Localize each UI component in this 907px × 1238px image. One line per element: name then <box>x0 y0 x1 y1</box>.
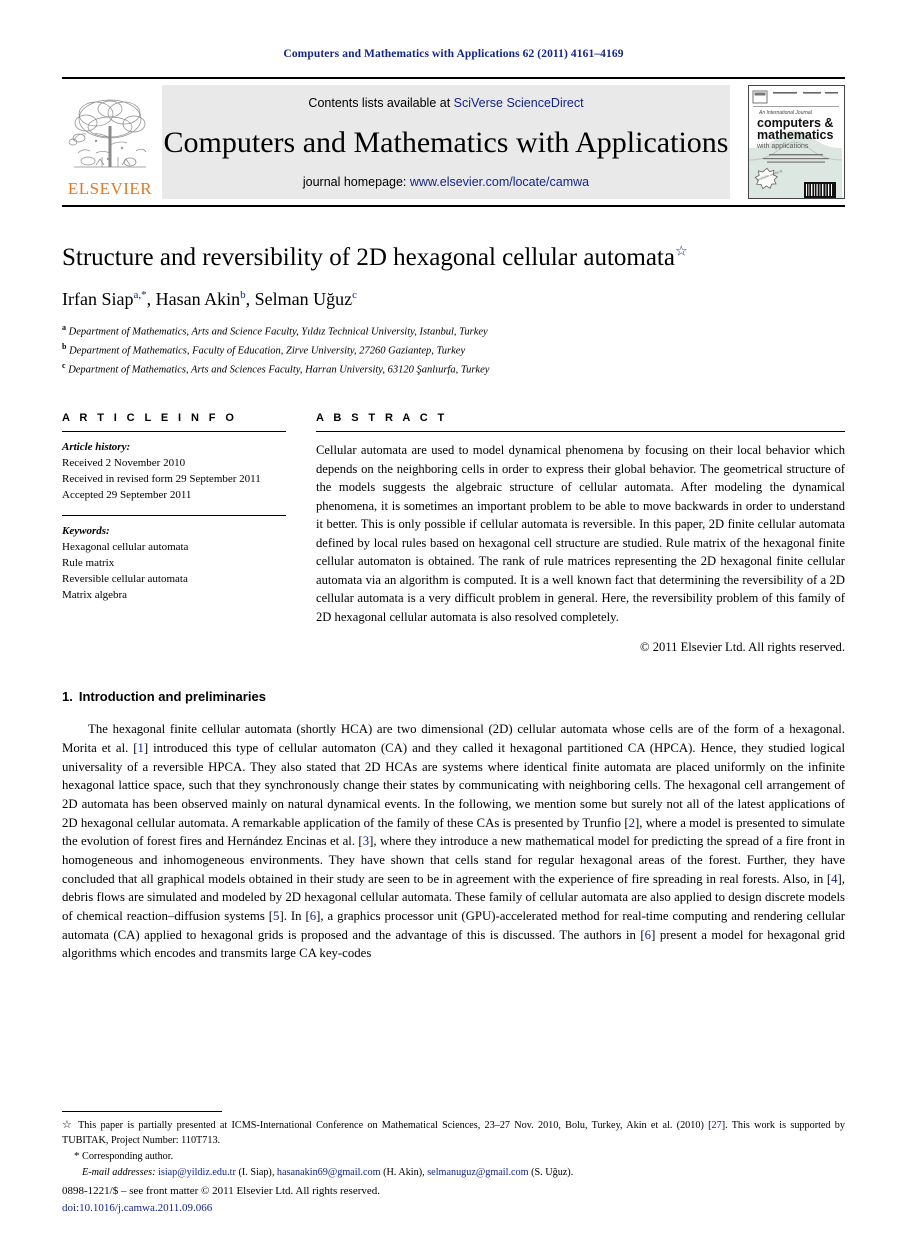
author-entry: Irfan Siapa,* <box>62 289 147 309</box>
svg-text:mathematics: mathematics <box>757 128 833 142</box>
author-list: Irfan Siapa,*, Hasan Akinb, Selman Uğuzc <box>62 289 357 309</box>
keyword-item: Matrix algebra <box>62 588 128 601</box>
article-info-heading: A R T I C L E I N F O <box>62 412 238 425</box>
paper-title-text: Structure and reversibility of 2D hexago… <box>62 244 675 271</box>
text-run: This paper is partially presented at ICM… <box>78 1120 712 1132</box>
masthead-bottom-rule <box>62 205 845 207</box>
cover-artwork-icon: An International Journal computers & mat… <box>749 86 843 198</box>
introduction-paragraph: The hexagonal finite cellular automata (… <box>62 720 845 963</box>
footnote-funding: ☆ This paper is partially presented at I… <box>62 1118 845 1149</box>
email-link[interactable]: isiap@yildiz.edu.tr <box>158 1167 236 1178</box>
article-history-item: Accepted 29 September 2011 <box>62 489 192 502</box>
email-owner: (H. Akin), <box>380 1167 428 1178</box>
keywords-rule <box>62 515 286 517</box>
corresponding-author-text: Corresponding author. <box>82 1151 174 1163</box>
elsevier-logo: ELSEVIER <box>62 85 158 199</box>
journal-cover-thumbnail: An International Journal computers & mat… <box>748 85 845 199</box>
footnote-region: ☆ This paper is partially presented at I… <box>62 1111 845 1178</box>
info-abstract-region: A R T I C L E I N F O Article history: R… <box>62 412 845 655</box>
journal-homepage-link[interactable]: www.elsevier.com/locate/camwa <box>410 175 589 189</box>
homepage-prefix: journal homepage: <box>302 175 410 189</box>
author-name: Hasan Akin <box>155 289 241 309</box>
homepage-line: journal homepage: www.elsevier.com/locat… <box>303 175 589 189</box>
footnote-rule <box>62 1111 222 1113</box>
article-info-rule <box>62 431 286 433</box>
affiliation-marker: a <box>62 323 66 332</box>
email-link[interactable]: hasanakin69@gmail.com <box>277 1167 381 1178</box>
page-title: Structure and reversibility of 2D hexago… <box>62 243 845 273</box>
footnote-emails: E-mail addresses: isiap@yildiz.edu.tr (I… <box>62 1167 845 1178</box>
paper-page: Computers and Mathematics with Applicati… <box>0 0 907 1238</box>
corresponding-author-marker: * <box>74 1150 80 1163</box>
elsevier-wordmark: ELSEVIER <box>67 179 153 198</box>
author-name: Irfan Siap <box>62 289 134 309</box>
email-owner: (S. Uğuz). <box>528 1167 574 1178</box>
elsevier-tree-icon <box>68 99 147 168</box>
section-number: 1. <box>62 689 73 705</box>
title-footnote-marker: ☆ <box>674 244 688 260</box>
abstract-rule <box>316 431 845 433</box>
svg-text:with applications: with applications <box>756 143 809 150</box>
affiliation-text: Department of Mathematics, Arts and Scie… <box>68 364 490 376</box>
contents-line: Contents lists available at SciVerse Sci… <box>308 96 583 110</box>
author-affiliation-marker: b <box>240 289 246 301</box>
keyword-item: Rule matrix <box>62 556 115 569</box>
sciencedirect-link[interactable]: SciVerse ScienceDirect <box>454 96 584 110</box>
text-run: ]. In [ <box>279 909 310 924</box>
affiliation-text: Department of Mathematics, Faculty of Ed… <box>69 345 466 357</box>
affiliation-text: Department of Mathematics, Arts and Scie… <box>68 326 488 338</box>
footnote-corresponding-author: * Corresponding author. <box>62 1149 845 1165</box>
author-affiliation-marker: c <box>352 289 357 301</box>
email-link[interactable]: selmanuguz@gmail.com <box>427 1167 528 1178</box>
article-history-item: Received 2 November 2010 <box>62 457 186 470</box>
affiliation-item: b Department of Mathematics, Faculty of … <box>62 341 845 360</box>
abstract-text: Cellular automata are used to model dyna… <box>316 443 845 624</box>
abstract-column: A B S T R A C T Cellular automata are us… <box>316 412 845 655</box>
running-head: Computers and Mathematics with Applicati… <box>283 48 624 60</box>
doi-link[interactable]: doi:10.1016/j.camwa.2011.09.066 <box>62 1200 380 1217</box>
keywords-block: Keywords: Hexagonal cellular automata Ru… <box>62 524 286 604</box>
contents-prefix: Contents lists available at <box>308 96 454 110</box>
journal-band: Contents lists available at SciVerse Sci… <box>162 85 730 199</box>
affiliation-marker: c <box>62 360 66 370</box>
affiliation-list: a Department of Mathematics, Arts and Sc… <box>62 322 845 378</box>
imprint-block: 0898-1221/$ – see front matter © 2011 El… <box>62 1183 380 1216</box>
article-history-block: Article history: Received 2 November 201… <box>62 440 286 504</box>
affiliation-item: a Department of Mathematics, Arts and Sc… <box>62 322 845 341</box>
article-history-item: Received in revised form 29 September 20… <box>62 473 261 486</box>
email-label: E-mail addresses: <box>82 1167 159 1178</box>
journal-title: Computers and Mathematics with Applicati… <box>163 125 729 159</box>
abstract-copyright: © 2011 Elsevier Ltd. All rights reserved… <box>640 640 845 655</box>
author-affiliation-marker: a,* <box>133 289 147 301</box>
keyword-item: Reversible cellular automata <box>62 572 188 585</box>
title-block: Structure and reversibility of 2D hexago… <box>62 243 845 378</box>
citation-link[interactable]: 27 <box>712 1120 722 1131</box>
affiliation-marker: b <box>62 341 67 351</box>
author-entry: Hasan Akinb <box>156 289 246 309</box>
issn-line: 0898-1221/$ – see front matter © 2011 El… <box>62 1185 381 1197</box>
email-owner: (I. Siap), <box>235 1167 277 1178</box>
keyword-item: Hexagonal cellular automata <box>62 540 189 553</box>
author-name: Selman Uğuz <box>254 289 353 309</box>
keywords-label: Keywords: <box>62 525 110 538</box>
section-title: Introduction and preliminaries <box>78 689 266 705</box>
section-heading-introduction: 1. Introduction and preliminaries <box>62 689 845 704</box>
footnote-star-marker: ☆ <box>62 1119 79 1132</box>
author-entry: Selman Uğuzc <box>255 289 357 309</box>
affiliation-item: c Department of Mathematics, Arts and Sc… <box>62 360 845 379</box>
article-history-label: Article history: <box>62 441 131 454</box>
abstract-heading: A B S T R A C T <box>316 412 448 425</box>
article-info-column: A R T I C L E I N F O Article history: R… <box>62 412 316 603</box>
journal-masthead: ELSEVIER Contents lists available at Sci… <box>62 77 845 199</box>
